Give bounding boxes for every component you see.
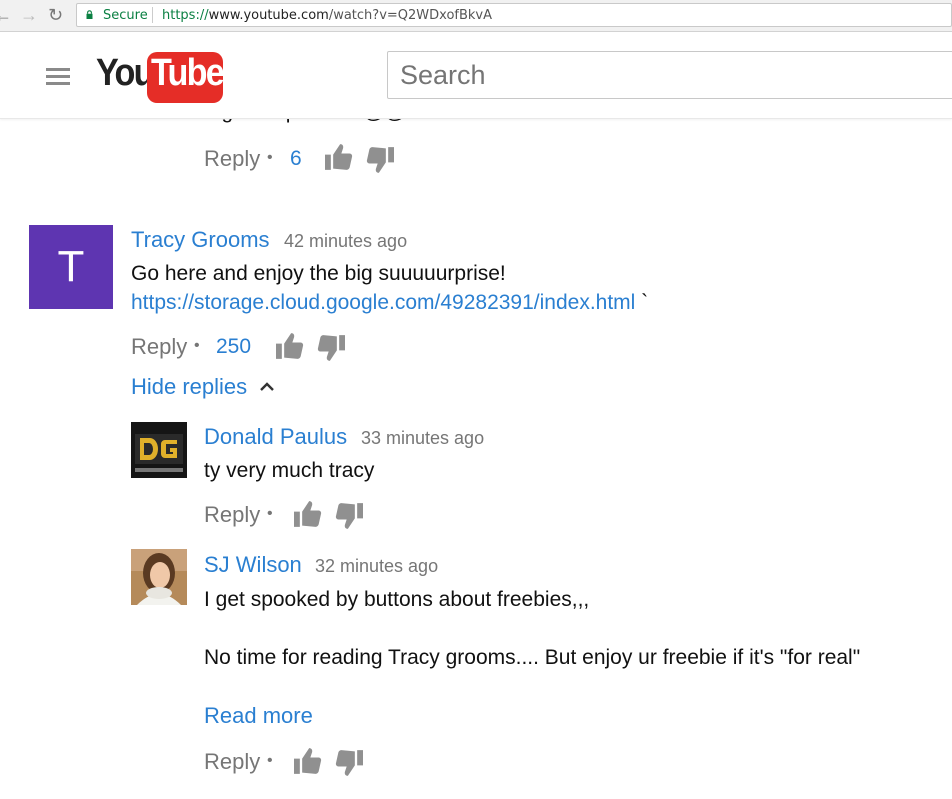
thumbs-down-icon[interactable] — [335, 503, 363, 529]
reply-button[interactable]: Reply — [204, 502, 260, 528]
reply-author[interactable]: SJ Wilson — [204, 552, 302, 578]
browser-toolbar: ← → ↻ Secure https://www.youtube.com/wat… — [0, 0, 952, 32]
dg-logo-icon — [131, 422, 187, 478]
avatar[interactable] — [131, 422, 187, 478]
separator-dot: • — [267, 149, 273, 166]
youtube-logo[interactable]: You Tube — [0, 32, 230, 118]
lock-icon — [86, 10, 93, 19]
read-more-link[interactable]: Read more — [204, 703, 313, 729]
thumbs-down-icon[interactable] — [317, 335, 345, 361]
reply-time[interactable]: 33 minutes ago — [361, 428, 484, 449]
comment-link-suffix: ` — [641, 291, 649, 314]
separator-dot: • — [267, 505, 273, 522]
reply-button[interactable]: Reply — [204, 749, 260, 775]
comment-link-line: https://storage.cloud.google.com/4928239… — [131, 291, 648, 315]
hide-replies-button[interactable]: Hide replies — [131, 374, 274, 400]
url-scheme: https:// — [162, 8, 209, 23]
url-text[interactable]: https://www.youtube.com/watch?v=Q2WDxofB… — [162, 8, 492, 23]
like-count: 250 — [216, 335, 252, 358]
comment-text: Go here and enjoy the big suuuuurprise! — [131, 262, 506, 285]
reply-time[interactable]: 32 minutes ago — [315, 556, 438, 577]
reply-text-line: No time for reading Tracy grooms.... But… — [204, 646, 861, 669]
avatar[interactable]: T — [29, 225, 113, 309]
avatar[interactable] — [131, 549, 187, 605]
url-path: /watch?v=Q2WDxofBkvA — [328, 8, 493, 23]
thumbs-up-icon[interactable] — [294, 748, 322, 774]
secure-label: Secure — [103, 8, 148, 23]
separator-dot: • — [194, 337, 200, 354]
comment-author[interactable]: Tracy Grooms — [131, 227, 270, 253]
hide-replies-label: Hide replies — [131, 374, 248, 399]
comment-link[interactable]: https://storage.cloud.google.com/4928239… — [131, 291, 635, 314]
profile-photo-icon — [131, 549, 187, 605]
thumbs-down-icon[interactable] — [366, 147, 394, 173]
thumbs-down-icon[interactable] — [335, 750, 363, 776]
like-count: 6 — [290, 147, 302, 170]
logo-tube-text: Tube — [151, 52, 225, 94]
forward-icon[interactable]: → — [20, 4, 38, 26]
logo-you-text: You — [96, 52, 154, 94]
thumbs-up-icon[interactable] — [276, 333, 304, 359]
reply-author[interactable]: Donald Paulus — [204, 424, 347, 450]
comment-time[interactable]: 42 minutes ago — [284, 231, 407, 252]
chevron-up-icon — [259, 382, 274, 391]
address-bar[interactable]: Secure https://www.youtube.com/watch?v=Q… — [76, 3, 952, 27]
back-icon[interactable]: ← — [0, 4, 12, 26]
reply-button[interactable]: Reply — [204, 146, 260, 172]
search-input[interactable] — [387, 51, 952, 99]
reply-text: ty very much tracy — [204, 459, 375, 482]
url-divider — [152, 7, 153, 23]
reply-text-line: I get spooked by buttons about freebies,… — [204, 588, 590, 611]
separator-dot: • — [267, 752, 273, 769]
youtube-header: You Tube — [0, 32, 952, 119]
thumbs-up-icon[interactable] — [325, 144, 353, 170]
reload-icon[interactable]: ↻ — [48, 4, 63, 26]
reply-button[interactable]: Reply — [131, 334, 187, 360]
thumbs-up-icon[interactable] — [294, 501, 322, 527]
url-host: www.youtube.com — [208, 8, 329, 23]
